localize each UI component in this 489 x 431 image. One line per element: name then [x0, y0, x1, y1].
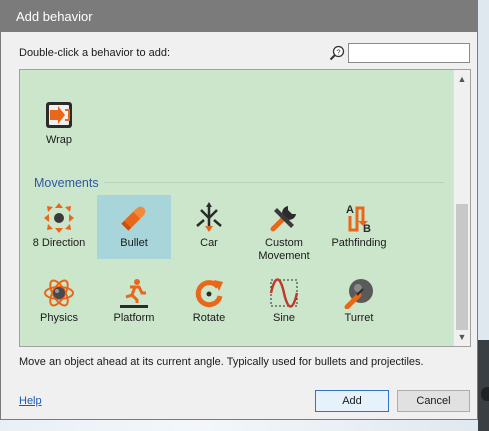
scroll-down-arrow-icon[interactable]: ▼	[454, 329, 470, 345]
behavior-label: Physics	[40, 312, 78, 324]
svg-text:A: A	[346, 204, 354, 216]
dialog-prompt: Double-click a behavior to add:	[19, 47, 171, 59]
behavior-item-car[interactable]: Car	[172, 195, 246, 259]
behavior-label: 8 Direction	[32, 237, 86, 249]
behavior-label: Car	[200, 237, 218, 249]
behavior-item-rotate[interactable]: Rotate	[172, 270, 246, 334]
behavior-item-pathfinding[interactable]: A B Pathfinding	[322, 195, 396, 259]
physics-icon	[44, 279, 74, 307]
section-title-movements: Movements	[34, 176, 99, 190]
behavior-label: Bullet	[120, 237, 148, 249]
behavior-label: Wrap	[45, 134, 73, 146]
sine-icon	[269, 278, 299, 308]
wrap-icon	[46, 102, 72, 128]
behavior-item-turret[interactable]: Turret	[322, 270, 396, 334]
behavior-item-sine[interactable]: Sine	[247, 270, 321, 334]
behavior-list[interactable]: Wrap Movements 8 Direction Bullet Car Cu…	[19, 69, 471, 347]
section-divider	[104, 182, 444, 183]
behavior-item-bullet[interactable]: Bullet	[97, 195, 171, 259]
eight-direction-icon	[44, 203, 74, 233]
search-icon[interactable]: ?	[329, 45, 345, 61]
cancel-button[interactable]: Cancel	[397, 390, 470, 412]
behavior-item-wrap[interactable]: Wrap	[22, 92, 96, 156]
platform-icon	[120, 279, 148, 308]
help-link[interactable]: Help	[19, 395, 42, 407]
custom-movement-icon	[270, 206, 296, 232]
behavior-item-physics[interactable]: Physics	[22, 270, 96, 334]
scrollbar-thumb[interactable]	[456, 204, 468, 330]
add-behavior-dialog: Add behavior Double-click a behavior to …	[0, 0, 478, 420]
behavior-item-8-direction[interactable]: 8 Direction	[22, 195, 96, 259]
list-scrollbar[interactable]: ▲ ▼	[453, 70, 470, 346]
dialog-title: Add behavior	[1, 1, 477, 32]
add-button[interactable]: Add	[315, 390, 389, 412]
behavior-label: Sine	[272, 312, 296, 324]
scroll-up-arrow-icon[interactable]: ▲	[454, 71, 470, 87]
behavior-item-custom-movement[interactable]: Custom Movement	[247, 195, 321, 271]
svg-text:?: ?	[336, 47, 340, 56]
rotate-icon	[195, 280, 223, 308]
pathfinding-icon: A B	[346, 204, 371, 234]
behavior-label: Platform	[113, 312, 155, 324]
bullet-icon	[121, 206, 146, 231]
search-input[interactable]	[348, 43, 470, 63]
behavior-label: Custom Movement	[258, 237, 310, 262]
behavior-item-platform[interactable]: Platform	[97, 270, 171, 334]
background-window-edge	[478, 340, 489, 431]
background-window-icon	[481, 387, 489, 401]
behavior-label: Pathfinding	[331, 237, 387, 249]
behavior-label: Turret	[344, 312, 374, 324]
behavior-label: Rotate	[192, 312, 226, 324]
behavior-description: Move an object ahead at its current angl…	[19, 356, 424, 368]
turret-icon	[344, 279, 373, 309]
car-icon	[196, 202, 222, 232]
